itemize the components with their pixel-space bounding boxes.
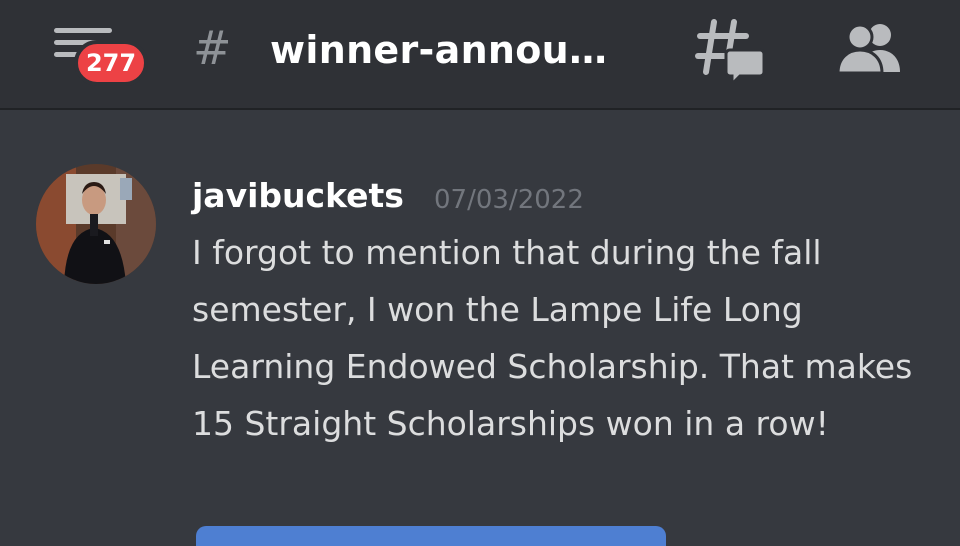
channel-header: 277 # winner-annou… [0, 0, 960, 110]
message-author[interactable]: javibuckets [192, 174, 404, 218]
channel-hash-icon: # [193, 21, 232, 75]
unread-badge: 277 [74, 40, 148, 86]
threads-icon [695, 19, 766, 88]
message-timestamp: 07/03/2022 [434, 185, 584, 215]
threads-button[interactable] [694, 18, 766, 88]
next-embed-edge [196, 526, 666, 546]
avatar-image [36, 164, 156, 284]
members-button[interactable] [836, 22, 904, 75]
message-item: javibuckets 07/03/2022 I forgot to menti… [0, 112, 960, 546]
members-icon [836, 23, 900, 75]
message-content: I forgot to mention that during the fall… [192, 233, 913, 443]
menu-button[interactable]: 277 [52, 24, 152, 88]
avatar[interactable] [36, 164, 156, 284]
channel-name[interactable]: winner-annou… [270, 24, 607, 76]
